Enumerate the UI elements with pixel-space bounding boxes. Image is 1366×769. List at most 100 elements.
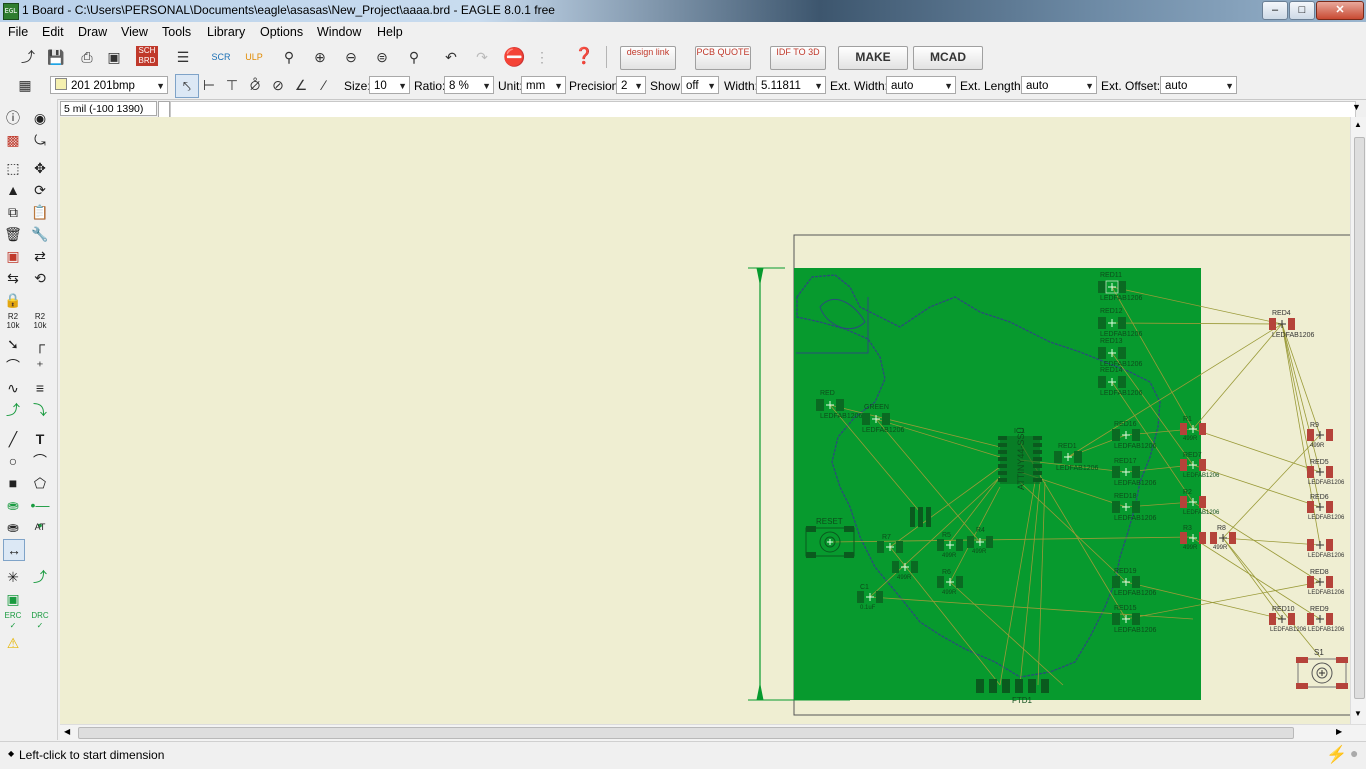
paste-icon[interactable]: 📋 [30,202,50,222]
group-icon[interactable]: ⬚ [3,158,23,178]
vertical-scroll-thumb[interactable] [1354,137,1365,699]
command-history-button[interactable] [158,101,170,118]
vertical-scrollbar[interactable]: ▲ ▼ [1350,117,1366,724]
route-icon[interactable]: ⤴ [3,400,23,420]
idf-to-3d-button[interactable]: IDF TO 3D [770,46,826,70]
delete-icon[interactable]: 🗑 [3,224,23,244]
unit-select[interactable]: mm ▼ [521,76,566,94]
text-icon[interactable]: T [30,429,50,449]
pcb-quote-button[interactable]: PCB QUOTE [695,46,751,70]
scroll-down-icon[interactable]: ▼ [1354,709,1362,718]
undo-icon[interactable]: ↶ [440,46,462,68]
autorouter-icon[interactable]: ⤴ [30,567,50,587]
info-icon[interactable]: ⓘ [3,108,23,128]
horizontal-scroll-thumb[interactable] [78,727,1294,739]
show-select[interactable]: off ▼ [681,76,719,94]
precision-select[interactable]: 2 ▼ [616,76,646,94]
menu-tools[interactable]: Tools [162,25,191,39]
dimension-angle-icon[interactable]: ∠ [290,74,312,96]
ripup-icon[interactable]: ⤵ [30,400,50,420]
menu-file[interactable]: File [8,25,28,39]
zoom-in-icon[interactable]: ⊕ [309,46,331,68]
go-icon[interactable]: ⋮ [531,46,553,68]
wire-icon[interactable]: ╱ [3,429,23,449]
stop-icon[interactable]: ⛔ [503,46,525,68]
ratio-select[interactable]: 8 % ▼ [444,76,494,94]
print-icon[interactable]: ⎙ [76,46,98,68]
menu-view[interactable]: View [121,25,148,39]
ext-length-select[interactable]: auto ▼ [1021,76,1097,94]
make-button[interactable]: MAKE [838,46,908,70]
help-icon[interactable]: ❓ [573,46,595,68]
mark-icon[interactable]: ⤿ [30,130,50,150]
ext-offset-select[interactable]: auto ▼ [1160,76,1237,94]
meander-icon[interactable]: ∿ [3,378,23,398]
open-icon[interactable]: ⤴ [17,46,39,68]
erc-icon[interactable]: ERC ✓ [3,611,23,631]
ratsnest-icon[interactable]: ✳ [3,567,23,587]
horizontal-scrollbar[interactable]: ◀ ▶ [60,724,1366,741]
scroll-up-icon[interactable]: ▲ [1354,120,1362,129]
value-icon[interactable]: R2 10k [30,312,50,332]
dimension-diameter-icon[interactable]: ⊘ [267,74,289,96]
dimension-horizontal-icon[interactable]: ⊢ [198,74,220,96]
zoom-select-icon[interactable]: ⚲ [403,46,425,68]
circle-icon[interactable]: ○ [3,451,23,471]
layer-select[interactable]: 201 201bmp ▼ [50,76,168,94]
rectangle-icon[interactable]: ■ [3,473,23,493]
lines-icon[interactable]: ≡ [30,378,50,398]
lightning-icon[interactable]: ⚡ [1326,745,1347,765]
save-icon[interactable]: 💾 [45,46,67,68]
script-icon[interactable]: SCR [210,46,232,68]
optimize-icon[interactable]: ⌒ [3,356,23,376]
cam-processor-icon[interactable]: ▣ [103,46,125,68]
board-canvas[interactable]: RED11 LEDFAB1206 RED12 LEDFAB1206 RED13 … [60,117,1350,724]
change-icon[interactable]: ⟲ [30,268,50,288]
dimension-radius-icon[interactable]: ⦲ [244,74,266,96]
chevron-down-icon[interactable]: ▼ [1352,102,1361,112]
ulp-icon[interactable]: ULP [243,46,265,68]
dimension-icon[interactable]: ↔ [3,539,25,561]
mcad-button[interactable]: MCAD [913,46,983,70]
ext-width-select[interactable]: auto ▼ [886,76,956,94]
menu-draw[interactable]: Draw [78,25,107,39]
hole-icon[interactable]: ⛂ [3,517,23,537]
sch-brd-switch-icon[interactable]: SCH BRD [136,46,158,66]
redraw-icon[interactable]: ⊜ [371,46,393,68]
copy-icon[interactable]: ⧉ [3,202,23,222]
redo-icon[interactable]: ↷ [471,46,493,68]
arc-icon[interactable]: ⌒ [30,451,50,471]
dimension-leader-icon[interactable]: ∕ [313,74,335,96]
grid-icon[interactable]: ▦ [14,74,36,96]
zoom-out-icon[interactable]: ⊖ [340,46,362,68]
erc-board-icon[interactable]: ▣ [3,589,23,609]
menu-help[interactable]: Help [377,25,403,39]
show-eye-icon[interactable]: ◉ [30,108,50,128]
signal-icon[interactable]: •—• [30,495,50,533]
dimension-vertical-icon[interactable]: ⊤ [221,74,243,96]
scroll-left-icon[interactable]: ◀ [64,727,70,736]
move-icon[interactable]: ✥ [30,158,50,178]
stop-gray-icon[interactable]: ● [1350,745,1358,761]
via-icon[interactable]: ⛂ [3,495,23,515]
library-icon[interactable]: ☰ [172,46,194,68]
attribute-icon[interactable]: AT [30,517,50,537]
menu-window[interactable]: Window [317,25,361,39]
minimize-button[interactable]: – [1262,1,1288,20]
swap-icon[interactable]: ⇆ [3,268,23,288]
miter-icon[interactable]: ┌ [30,334,50,354]
design-link-button[interactable]: design link [620,46,676,70]
replace-icon[interactable]: ⇄ [30,246,50,266]
smash-icon[interactable]: ⁺ [30,356,50,376]
name-icon[interactable]: R2 10k [3,312,23,332]
lock-icon[interactable]: 🔒 [3,290,23,310]
menu-options[interactable]: Options [260,25,303,39]
menu-edit[interactable]: Edit [42,25,64,39]
width-select[interactable]: 5.11811 ▼ [756,76,826,94]
size-select[interactable]: 10 ▼ [369,76,410,94]
wrench-icon[interactable]: 🔧 [30,224,50,244]
warning-icon[interactable]: ⚠ [3,633,23,653]
maximize-button[interactable]: □ [1289,1,1315,20]
close-button[interactable]: ✕ [1316,1,1364,20]
add-part-icon[interactable]: ▣ [3,246,23,266]
